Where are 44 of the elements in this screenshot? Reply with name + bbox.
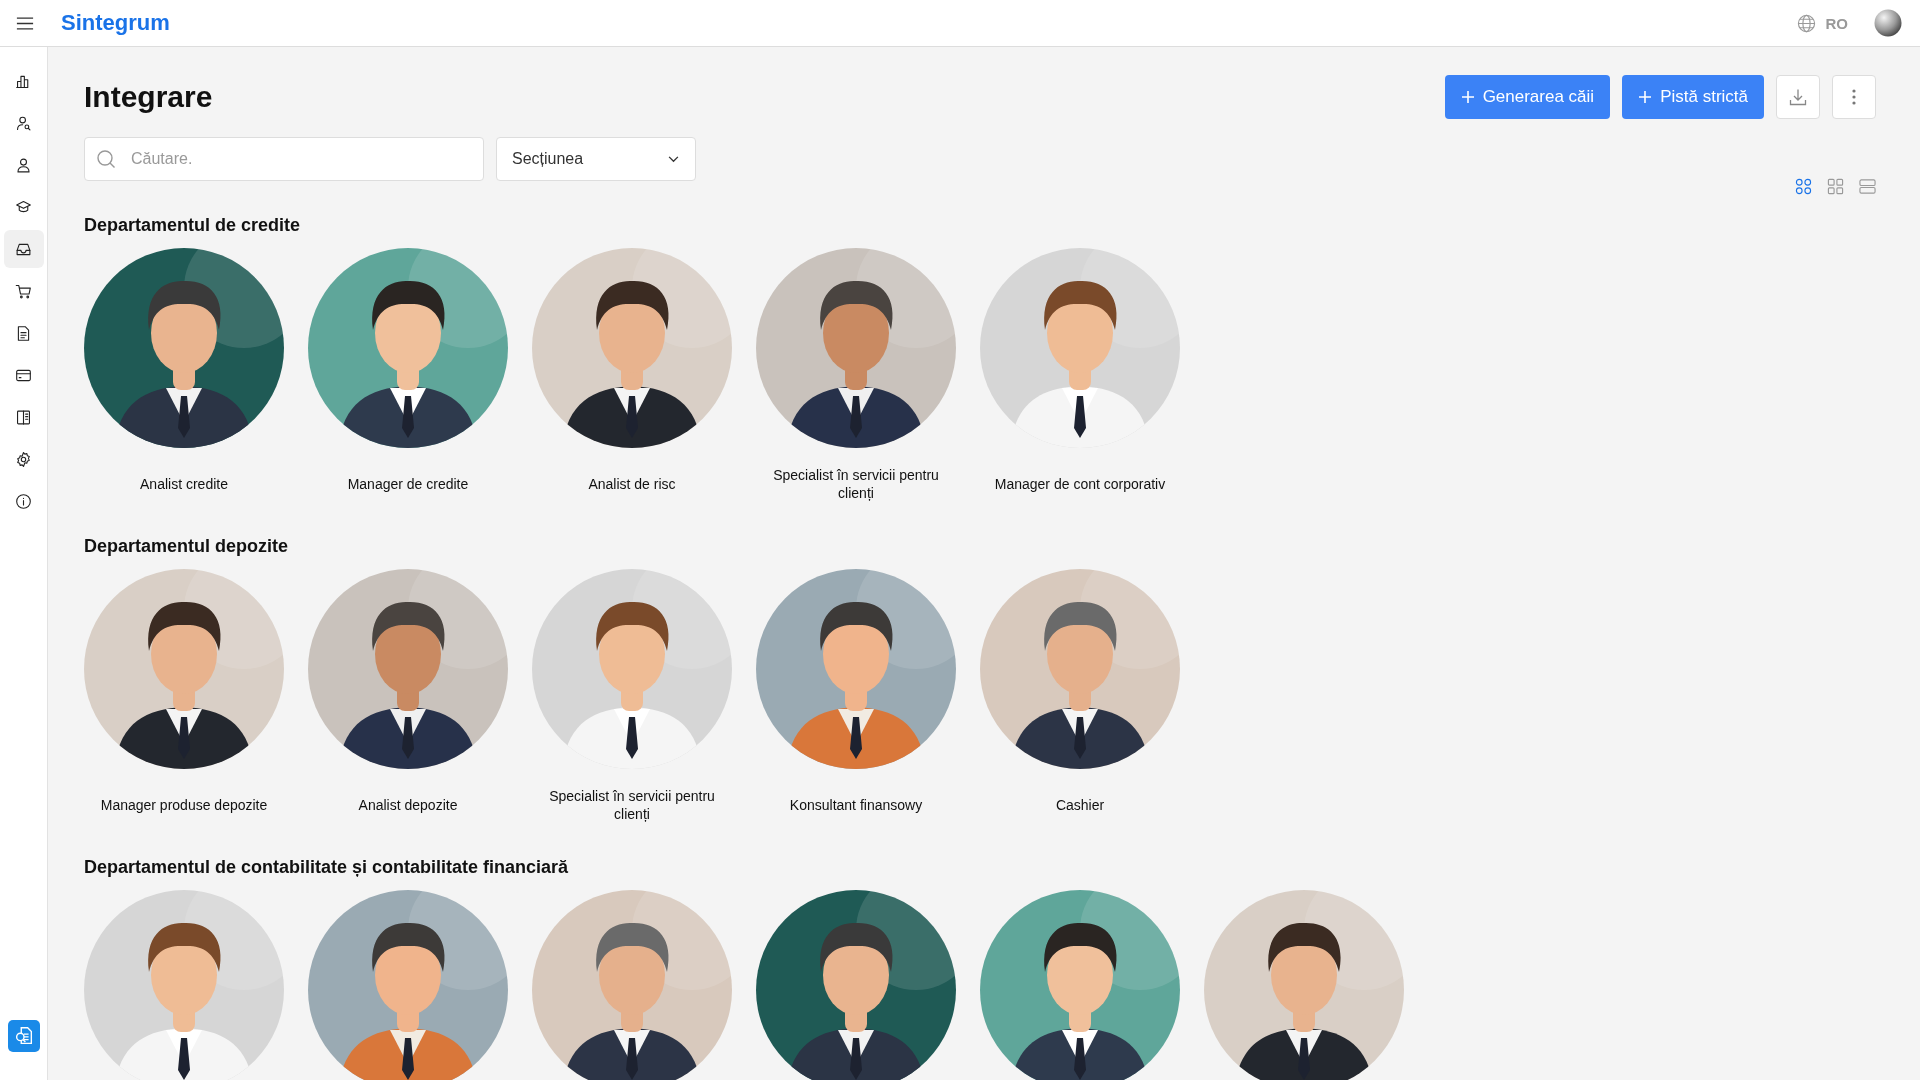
view-toggle[interactable] — [1827, 178, 1844, 195]
brand-logo[interactable]: Sintegrum — [61, 10, 170, 36]
globe-icon[interactable] — [1796, 13, 1816, 33]
add-button[interactable]: Pistă strictă — [1622, 75, 1764, 119]
role-name: Manager de credite — [347, 475, 469, 494]
section-heading: Departamentul de contabilitate și contabilitate financiară — [84, 857, 570, 878]
more-icon — [1852, 89, 1856, 105]
sidebar-item[interactable] — [3, 230, 44, 268]
grid-icon — [1827, 178, 1844, 195]
info-icon — [15, 492, 32, 510]
document-icon — [15, 324, 32, 342]
role-name: Analist de risc — [588, 475, 676, 494]
role-name: Cashier — [1055, 796, 1105, 815]
user-avatar-icon[interactable] — [1874, 9, 1902, 37]
rows-icon — [1859, 178, 1876, 195]
language-selector[interactable]: RO — [1825, 14, 1848, 32]
search-icon — [96, 149, 116, 169]
role-name: Specialist în servicii pentru clienți — [548, 787, 716, 823]
view-toggle[interactable] — [1795, 178, 1812, 195]
book-icon — [15, 408, 32, 426]
plus-icon — [1638, 90, 1653, 104]
document-search-app-icon[interactable] — [7, 1020, 40, 1052]
role-name: Analist depozite — [358, 796, 458, 815]
chevron-down-icon — [668, 155, 679, 163]
role-name: Manager produse depozite — [100, 796, 268, 815]
section-heading: Departamentul de credite — [84, 215, 302, 236]
role-name: Konsultant finansowy — [789, 796, 923, 815]
view-toggle[interactable] — [1859, 178, 1876, 195]
download-icon — [1788, 87, 1808, 107]
role-name: Specialist în servicii pentru clienți — [772, 466, 940, 502]
plus-icon — [1460, 90, 1475, 104]
role-name: Manager de cont corporativ — [994, 475, 1166, 494]
section-dropdown[interactable]: Secțiunea — [496, 137, 696, 181]
add-button[interactable]: Generarea căii — [1444, 75, 1611, 119]
user-search-icon — [15, 114, 32, 132]
circles-grid-icon — [1795, 178, 1812, 195]
section-heading: Departamentul depozite — [84, 536, 290, 557]
menu-icon[interactable] — [16, 16, 34, 30]
user-icon — [15, 156, 32, 174]
role-name: Analist credite — [140, 475, 228, 494]
page-title: Integrare — [84, 80, 213, 114]
settings-icon — [15, 450, 32, 468]
search-field[interactable]: Căutare. — [84, 137, 484, 181]
cart-icon — [15, 282, 32, 300]
